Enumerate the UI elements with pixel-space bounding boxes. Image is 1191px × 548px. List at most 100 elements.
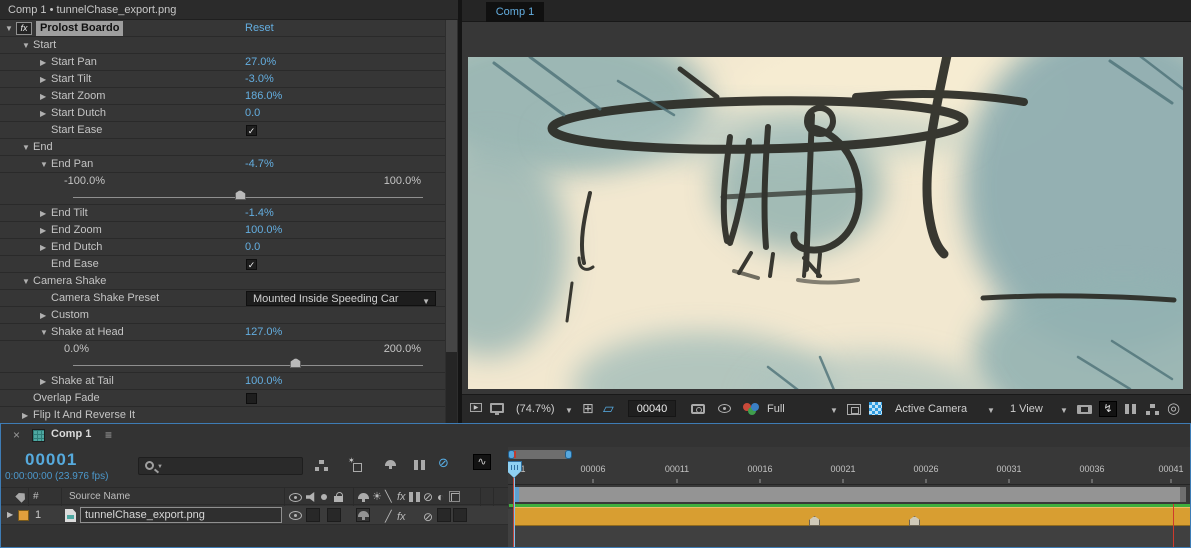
twirl-icon[interactable]: ▶ xyxy=(40,307,46,324)
effects-switch-icon[interactable]: fx xyxy=(397,489,406,506)
group-row-start[interactable]: ▼ Start xyxy=(0,37,445,54)
twirl-icon[interactable]: ▶ xyxy=(40,205,46,222)
effect-panel-scrollbar[interactable] xyxy=(445,20,458,423)
layer-source-name[interactable]: tunnelChase_export.png xyxy=(80,507,282,523)
chevron-down-icon[interactable]: ▼ xyxy=(987,406,995,415)
resolution-dropdown[interactable]: Full xyxy=(767,403,785,415)
chevron-down-icon[interactable]: ▼ xyxy=(565,406,573,415)
group-row-camera-shake[interactable]: ▼ Camera Shake xyxy=(0,273,445,290)
current-frame-field[interactable]: 00040 xyxy=(628,400,676,417)
search-input[interactable]: ▼ xyxy=(138,457,303,475)
show-snapshot-icon[interactable] xyxy=(718,404,731,413)
param-value[interactable]: 0.0 xyxy=(245,105,260,122)
param-row-end-tilt[interactable]: ▶ End Tilt -1.4% xyxy=(0,205,445,222)
param-value[interactable]: 186.0% xyxy=(245,88,282,105)
param-value[interactable]: 0.0 xyxy=(245,239,260,256)
twirl-icon[interactable]: ▶ xyxy=(22,407,28,424)
comp-mini-flowchart-icon[interactable] xyxy=(315,460,328,471)
layer-shy-toggle[interactable] xyxy=(356,508,370,522)
param-value[interactable]: -4.7% xyxy=(245,156,274,173)
param-row-start-pan[interactable]: ▶ Start Pan 27.0% xyxy=(0,54,445,71)
draft-3d-icon[interactable] xyxy=(348,456,362,472)
param-row-camera-shake-preset[interactable]: Camera Shake Preset Mounted Inside Speed… xyxy=(0,290,445,307)
layer-adjustment-cell[interactable] xyxy=(437,508,451,522)
param-row-shake-at-head[interactable]: ▼ Shake at Head 127.0% xyxy=(0,324,445,341)
layer-expander-icon[interactable]: ▶ xyxy=(7,506,13,524)
video-column-icon[interactable] xyxy=(289,493,302,502)
end-ease-checkbox[interactable]: ✓ xyxy=(246,259,257,270)
effect-title-row[interactable]: ▼ fx Prolost Boardo Reset xyxy=(0,20,445,37)
chevron-down-icon[interactable]: ▼ xyxy=(830,406,838,415)
layer-solo-cell[interactable] xyxy=(327,508,341,522)
work-area-bar[interactable] xyxy=(513,487,1186,502)
twirl-icon[interactable]: ▶ xyxy=(40,105,46,122)
overlap-fade-checkbox[interactable] xyxy=(246,393,257,404)
layer-3d-cell[interactable] xyxy=(453,508,467,522)
layer-row-1[interactable]: ▶ 1 tunnelChase_export.png ╱ fx ⊘ xyxy=(1,506,508,525)
transparency-grid-icon[interactable] xyxy=(869,402,882,415)
region-of-interest-icon[interactable] xyxy=(847,404,861,415)
3d-layer-switch-icon[interactable] xyxy=(449,491,460,502)
twirl-icon[interactable]: ▶ xyxy=(40,222,46,239)
start-ease-checkbox[interactable]: ✓ xyxy=(246,125,257,136)
shy-switch-icon[interactable] xyxy=(358,493,369,502)
reset-exposure-icon[interactable]: ◎ xyxy=(1167,399,1180,417)
reset-button[interactable]: Reset xyxy=(245,20,274,37)
hide-shy-layers-icon[interactable] xyxy=(385,460,396,469)
param-row-end-pan[interactable]: ▼ End Pan -4.7% xyxy=(0,156,445,173)
twirl-icon[interactable]: ▶ xyxy=(40,54,46,71)
param-row-start-ease[interactable]: Start Ease ✓ xyxy=(0,122,445,139)
timeline-panel-icon[interactable] xyxy=(1125,404,1138,414)
param-value[interactable]: 100.0% xyxy=(245,373,282,390)
graph-editor-icon[interactable]: ∿ xyxy=(473,454,491,470)
current-time-indicator-line[interactable] xyxy=(513,477,515,547)
layer-fx-toggle[interactable]: fx xyxy=(397,508,406,526)
param-row-shake-at-tail[interactable]: ▶ Shake at Tail 100.0% xyxy=(0,373,445,390)
slider-handle[interactable] xyxy=(290,358,302,368)
main-monitor-icon[interactable] xyxy=(490,403,504,415)
param-row-custom[interactable]: ▶ Custom xyxy=(0,307,445,324)
layer-marker[interactable] xyxy=(809,516,820,526)
close-icon[interactable]: × xyxy=(13,428,20,442)
param-row-overlap-fade[interactable]: Overlap Fade xyxy=(0,390,445,407)
end-pan-slider[interactable] xyxy=(0,189,445,205)
label-column-icon[interactable] xyxy=(15,490,28,503)
magnification-dropdown[interactable]: (74.7%) xyxy=(516,403,555,415)
current-time-display[interactable]: 00001 xyxy=(25,450,77,470)
group-row-flip-it[interactable]: ▶ Flip It And Reverse It xyxy=(0,407,445,424)
viewer-tab-comp1[interactable]: Comp 1 xyxy=(486,2,544,22)
param-value[interactable]: -1.4% xyxy=(245,205,274,222)
show-channel-icon[interactable] xyxy=(743,403,759,415)
view-layout-dropdown[interactable]: 1 View xyxy=(1010,403,1043,415)
pixel-aspect-toggle-icon[interactable] xyxy=(1077,405,1092,414)
group-row-end[interactable]: ▼ End xyxy=(0,139,445,156)
frame-blend-switch-icon[interactable] xyxy=(409,492,422,502)
comp-flowchart-icon[interactable] xyxy=(1146,404,1159,415)
solo-column-icon[interactable] xyxy=(321,494,327,500)
twirl-icon[interactable]: ▶ xyxy=(40,239,46,256)
slider-handle[interactable] xyxy=(234,190,246,200)
index-column-header[interactable]: # xyxy=(33,488,39,505)
param-row-end-zoom[interactable]: ▶ End Zoom 100.0% xyxy=(0,222,445,239)
param-row-start-zoom[interactable]: ▶ Start Zoom 186.0% xyxy=(0,88,445,105)
always-preview-icon[interactable]: ▶ xyxy=(470,403,487,417)
twirl-icon[interactable]: ▼ xyxy=(22,139,30,156)
twirl-icon[interactable]: ▶ xyxy=(40,71,46,88)
layer-duration-bar[interactable] xyxy=(513,507,1190,526)
panel-menu-icon[interactable]: ≡ xyxy=(105,428,112,442)
timeline-track-area[interactable]: 00001 00006 00011 00016 00021 00026 0003… xyxy=(508,447,1190,547)
frame-blending-icon[interactable] xyxy=(414,460,427,470)
layer-visibility-toggle[interactable] xyxy=(289,511,302,520)
effect-expander-icon[interactable]: ▼ xyxy=(5,20,13,37)
param-value[interactable]: -3.0% xyxy=(245,71,274,88)
chevron-down-icon[interactable]: ▼ xyxy=(1060,406,1068,415)
quality-switch-icon[interactable]: ╲ xyxy=(385,489,392,506)
lock-column-icon[interactable] xyxy=(334,492,343,502)
composition-image[interactable] xyxy=(408,22,1191,452)
motion-blur-switch-icon[interactable]: ⊘ xyxy=(423,489,433,506)
twirl-icon[interactable]: ▼ xyxy=(40,156,48,173)
layer-quality-toggle[interactable]: ╱ xyxy=(385,508,392,526)
param-row-start-tilt[interactable]: ▶ Start Tilt -3.0% xyxy=(0,71,445,88)
twirl-icon[interactable]: ▼ xyxy=(22,273,30,290)
param-value[interactable]: 100.0% xyxy=(245,222,282,239)
